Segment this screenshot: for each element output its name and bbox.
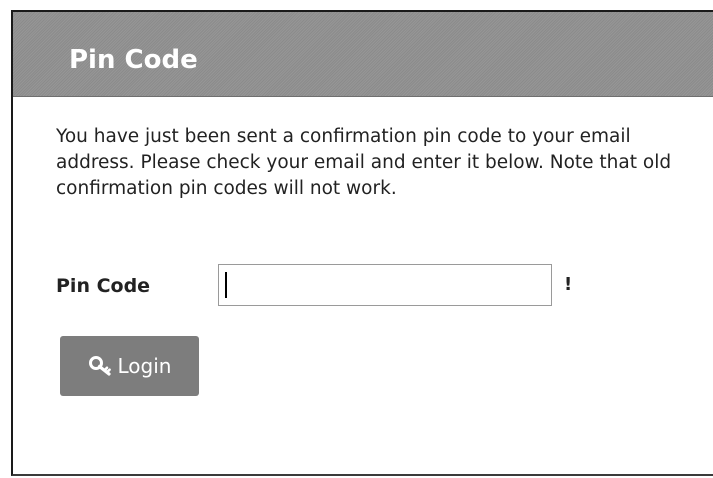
pin-code-dialog: Pin Code (11, 10, 713, 476)
confirmation-message: You have just been sent a confirmation p… (56, 126, 672, 199)
dialog-body: You have just been sent a confirmation p… (56, 124, 696, 202)
login-button[interactable]: Login (60, 336, 199, 396)
key-icon (88, 354, 114, 378)
required-marker: ! (564, 274, 573, 295)
login-button-label: Login (117, 354, 172, 378)
dialog-title: Pin Code (69, 45, 198, 75)
dialog-header: Pin Code (13, 12, 713, 97)
text-cursor (225, 272, 227, 298)
pin-code-label: Pin Code (56, 275, 151, 297)
pin-code-input[interactable] (218, 264, 552, 306)
pin-code-row: Pin Code ! (56, 264, 676, 308)
